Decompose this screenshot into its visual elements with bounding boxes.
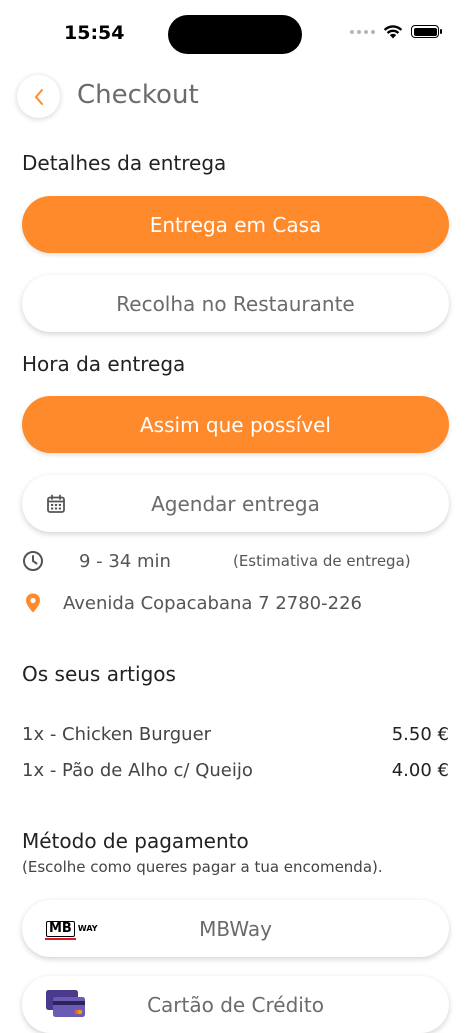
page-title: Checkout — [77, 80, 199, 110]
dynamic-island — [168, 15, 302, 54]
wifi-icon — [383, 25, 403, 39]
delivery-time-label: Hora da entrega — [22, 352, 186, 376]
item-price: 4.00 € — [391, 760, 449, 781]
status-icons — [350, 24, 442, 39]
battery-icon — [411, 25, 442, 38]
list-item: 1x - Chicken Burguer 5.50 € — [22, 724, 449, 745]
delivery-address: Avenida Copacabana 7 2780-226 — [63, 592, 362, 614]
restaurant-pickup-button[interactable]: Recolha no Restaurante — [22, 275, 449, 332]
list-item: 1x - Pão de Alho c/ Queijo 4.00 € — [22, 760, 449, 781]
delivery-estimate-row: 9 - 34 min (Estimativa de entrega) — [22, 550, 411, 572]
chevron-left-icon — [34, 88, 43, 105]
credit-card-label: Cartão de Crédito — [147, 992, 324, 1017]
calendar-icon — [46, 494, 66, 514]
mbway-logo: MB WAY — [45, 920, 98, 940]
status-time: 15:54 — [64, 22, 125, 44]
item-name: 1x - Pão de Alho c/ Queijo — [22, 760, 253, 781]
mbway-label: MBWay — [199, 916, 272, 941]
credit-card-icon — [46, 989, 86, 1020]
location-pin-icon — [26, 593, 40, 613]
payment-subtitle: (Escolhe como queres pagar a tua encomen… — [22, 858, 383, 876]
item-name: 1x - Chicken Burguer — [22, 724, 212, 745]
payment-method-label: Método de pagamento — [22, 829, 249, 853]
asap-button[interactable]: Assim que possível — [22, 396, 449, 453]
items-label: Os seus artigos — [22, 662, 176, 686]
delivery-estimate-note: (Estimativa de entrega) — [232, 552, 411, 570]
schedule-delivery-button[interactable]: Agendar entrega — [22, 475, 449, 532]
mbway-button[interactable]: MB WAY MBWay — [22, 900, 449, 957]
back-button[interactable] — [17, 75, 60, 118]
home-delivery-button[interactable]: Entrega em Casa — [22, 196, 449, 253]
delivery-estimate: 9 - 34 min — [79, 550, 171, 572]
item-price: 5.50 € — [391, 724, 449, 745]
delivery-details-label: Detalhes da entrega — [22, 151, 227, 175]
credit-card-button[interactable]: Cartão de Crédito — [22, 976, 449, 1033]
schedule-delivery-label: Agendar entrega — [151, 491, 320, 516]
delivery-address-row: Avenida Copacabana 7 2780-226 — [22, 592, 362, 614]
cellular-signal-icon — [350, 29, 375, 34]
clock-icon — [23, 551, 43, 571]
